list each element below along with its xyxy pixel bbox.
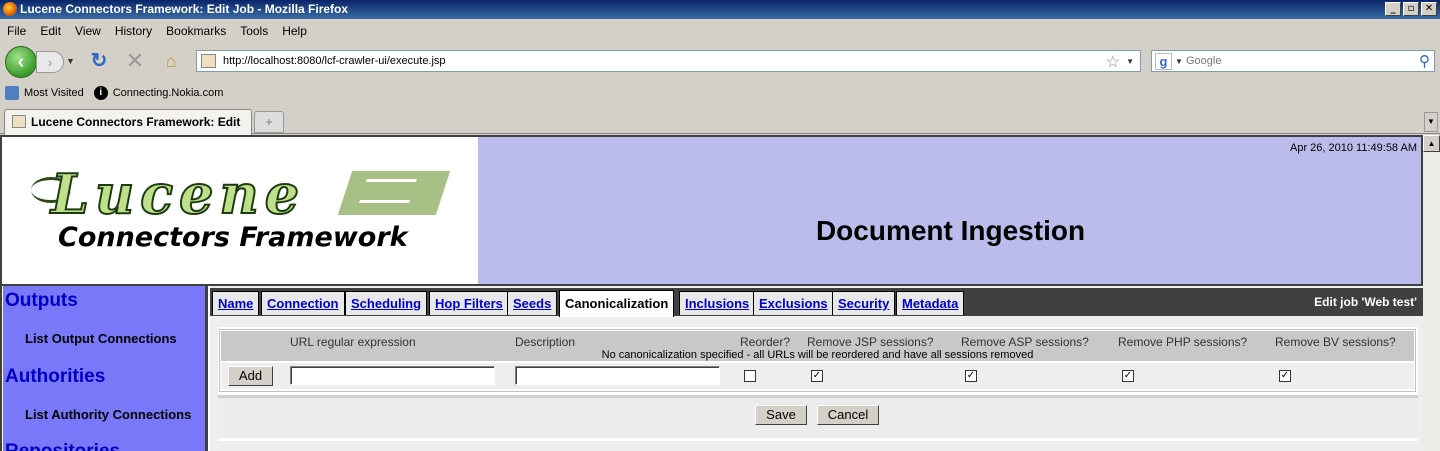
scroll-up-icon[interactable]: ▲ — [1423, 135, 1440, 152]
menu-tools[interactable]: Tools — [240, 24, 268, 38]
logo-area: Lucene Connectors Framework — [3, 137, 479, 284]
tab-favicon-icon — [12, 115, 26, 128]
reload-icon[interactable]: ↻ — [88, 50, 110, 72]
url-dropdown-icon[interactable]: ▼ — [1126, 57, 1134, 66]
tab-canonicalization[interactable]: Canonicalization — [559, 290, 675, 317]
description-input[interactable] — [515, 366, 720, 385]
browser-tab-active[interactable]: Lucene Connectors Framework: Edit ... — [4, 109, 252, 143]
logo-flag-stripes — [359, 179, 417, 203]
col-reorder: Reorder? — [740, 335, 791, 349]
col-url-regex: URL regular expression — [290, 335, 416, 349]
sidebar-heading-outputs: Outputs — [5, 290, 78, 311]
datetime-label: Apr 26, 2010 11:49:58 AM — [1290, 142, 1417, 154]
job-tabs-row: Name Connection Scheduling Hop Filters S… — [210, 288, 1423, 317]
bookmark-label: Most Visited — [24, 87, 84, 99]
col-remove-bv: Remove BV sessions? — [1275, 335, 1396, 349]
url-regex-input[interactable] — [290, 366, 495, 385]
search-input[interactable]: Google — [1186, 55, 1221, 67]
reorder-checkbox[interactable] — [744, 370, 756, 382]
window-title: Lucene Connectors Framework: Edit Job - … — [20, 2, 349, 16]
tab-scheduling[interactable]: Scheduling — [345, 291, 428, 315]
search-bar[interactable]: g ▼ Google ⚲ — [1151, 50, 1435, 72]
sidebar-heading-repositories: Repositories — [5, 441, 120, 451]
bookmark-most-visited[interactable]: Most Visited — [5, 86, 84, 100]
col-description: Description — [515, 335, 576, 349]
edit-job-label: Edit job 'Web test' — [1314, 295, 1417, 309]
cancel-button[interactable]: Cancel — [817, 405, 879, 425]
menu-view[interactable]: View — [75, 24, 101, 38]
add-row: Add ✓ ✓ ✓ ✓ — [221, 363, 1414, 389]
canonicalization-form: URL regular expression Description Reord… — [218, 327, 1418, 441]
menu-edit[interactable]: Edit — [40, 24, 61, 38]
vertical-scrollbar[interactable]: ▲ — [1423, 135, 1440, 451]
new-tab-button[interactable]: + — [254, 111, 284, 133]
col-remove-php: Remove PHP sessions? — [1118, 335, 1248, 349]
logo-lucene-text: Lucene — [50, 162, 306, 226]
google-engine-icon[interactable]: g — [1155, 53, 1172, 70]
navigation-toolbar: ‹ › ▼ ↻ ✕ ⌂ http://localhost:8080/lcf-cr… — [0, 42, 1440, 80]
menu-file[interactable]: File — [7, 24, 26, 38]
col-remove-asp: Remove ASP sessions? — [961, 335, 1089, 349]
remove-bv-checkbox[interactable]: ✓ — [1279, 370, 1291, 382]
site-favicon-icon — [201, 54, 216, 68]
url-text[interactable]: http://localhost:8080/lcf-crawler-ui/exe… — [223, 55, 446, 67]
home-icon[interactable]: ⌂ — [160, 50, 182, 72]
table-header-row: URL regular expression Description Reord… — [221, 331, 1414, 361]
bookmark-label: Connecting.Nokia.com — [112, 87, 224, 99]
save-button[interactable]: Save — [755, 405, 807, 425]
maximize-button[interactable]: ▫ — [1403, 2, 1419, 16]
close-button[interactable]: ✕ — [1421, 2, 1437, 16]
tab-connection[interactable]: Connection — [261, 291, 345, 315]
empty-message: No canonicalization specified - all URLs… — [601, 349, 1034, 361]
forward-button[interactable]: › — [36, 51, 64, 73]
firefox-icon — [3, 2, 17, 16]
info-icon: i — [93, 86, 108, 100]
remove-asp-checkbox[interactable]: ✓ — [965, 370, 977, 382]
sidebar-heading-authorities: Authorities — [5, 366, 106, 387]
menu-bookmarks[interactable]: Bookmarks — [166, 24, 226, 38]
window-title-bar: Lucene Connectors Framework: Edit Job - … — [0, 0, 1440, 19]
col-remove-jsp: Remove JSP sessions? — [807, 335, 934, 349]
tab-exclusions[interactable]: Exclusions — [753, 291, 834, 315]
sidebar-link-list-authority-connections[interactable]: List Authority Connections — [25, 407, 191, 422]
add-button[interactable]: Add — [228, 366, 273, 386]
logo-subtitle: Connectors Framework — [58, 222, 408, 253]
header-banner: Apr 26, 2010 11:49:58 AM Document Ingest… — [478, 137, 1423, 284]
url-bar[interactable]: http://localhost:8080/lcf-crawler-ui/exe… — [196, 50, 1141, 72]
menu-help[interactable]: Help — [282, 24, 307, 38]
minimize-button[interactable]: _ — [1385, 2, 1401, 16]
sidebar: Outputs List Output Connections Authorit… — [3, 286, 208, 451]
search-icon[interactable]: ⚲ — [1419, 52, 1430, 70]
remove-php-checkbox[interactable]: ✓ — [1122, 370, 1134, 382]
tab-inclusions[interactable]: Inclusions — [679, 291, 756, 315]
bookmark-star-icon[interactable]: ☆ — [1106, 52, 1120, 72]
bookmark-connecting-nokia[interactable]: i Connecting.Nokia.com — [93, 86, 224, 100]
tab-seeds[interactable]: Seeds — [507, 291, 558, 315]
back-button[interactable]: ‹ — [5, 46, 37, 78]
tab-name[interactable]: Name — [212, 291, 260, 315]
browser-tab-strip: Lucene Connectors Framework: Edit ... + … — [0, 106, 1440, 143]
bookmarks-toolbar: Most Visited i Connecting.Nokia.com — [0, 82, 1440, 104]
page-viewport: Lucene Connectors Framework Apr 26, 2010… — [0, 135, 1423, 451]
tab-list-dropdown-icon[interactable]: ▼ — [1424, 112, 1438, 132]
stop-icon[interactable]: ✕ — [124, 50, 146, 72]
tab-hop-filters[interactable]: Hop Filters — [429, 291, 509, 315]
tab-metadata[interactable]: Metadata — [896, 291, 965, 315]
save-cancel-row: Save Cancel — [218, 398, 1418, 438]
menu-history[interactable]: History — [115, 24, 152, 38]
history-dropdown-icon[interactable]: ▼ — [66, 56, 75, 66]
most-visited-icon — [5, 86, 19, 100]
tab-security[interactable]: Security — [832, 291, 896, 315]
page-title: Document Ingestion — [815, 215, 1086, 246]
menu-bar: File Edit View History Bookmarks Tools H… — [0, 20, 1440, 41]
sidebar-link-list-output-connections[interactable]: List Output Connections — [25, 331, 177, 346]
remove-jsp-checkbox[interactable]: ✓ — [811, 370, 823, 382]
engine-dropdown-icon[interactable]: ▼ — [1175, 57, 1183, 66]
main-panel: Name Connection Scheduling Hop Filters S… — [210, 286, 1423, 451]
canonicalization-table: URL regular expression Description Reord… — [219, 329, 1416, 392]
